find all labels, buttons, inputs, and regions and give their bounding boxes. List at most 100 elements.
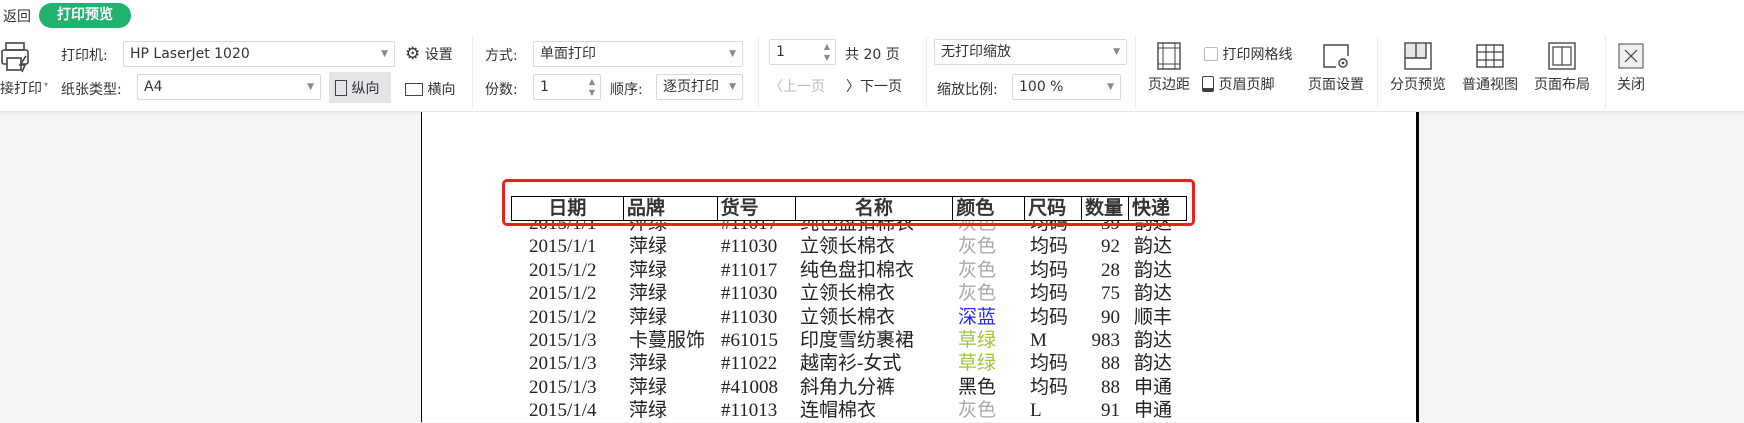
- back-button[interactable]: 返回: [3, 6, 31, 26]
- portrait-label: 纵向: [351, 81, 380, 97]
- table-cell: 深蓝: [958, 306, 997, 328]
- page-setup-button[interactable]: 页面设置: [1304, 42, 1368, 94]
- header-footer-icon: [1202, 76, 1214, 92]
- page-number-stepper[interactable]: 1 ▲ ▼: [769, 39, 836, 65]
- paper-value: A4: [144, 79, 163, 95]
- table-cell: 萍绿: [629, 259, 668, 281]
- copies-stepper[interactable]: 1 ▲ ▼: [533, 74, 601, 100]
- order-value: 逐页打印: [663, 79, 719, 95]
- table-row: 2015/1/2 萍绿 #11030 立领长棉衣 灰色 均码 75 韵达: [0, 282, 1744, 305]
- table-cell: 2015/1/3: [529, 353, 597, 375]
- margins-button[interactable]: 页边距: [1144, 42, 1194, 94]
- table-cell: 983: [1091, 330, 1121, 351]
- table-cell: 韵达: [1134, 236, 1173, 258]
- table-cell: 灰色: [958, 259, 997, 281]
- table-cell: 均码: [1030, 259, 1069, 281]
- chevron-down-icon: ▼: [307, 82, 314, 92]
- printer-settings-button[interactable]: ⚙ 设置: [405, 44, 453, 64]
- scaling-select[interactable]: 无打印缩放 ▼: [934, 39, 1127, 65]
- table-cell: 申通: [1134, 376, 1173, 398]
- table-cell: 2015/1/2: [529, 259, 597, 281]
- table-cell: #61015: [721, 330, 778, 351]
- table-cell: 91: [1101, 400, 1120, 422]
- table-cell: 萍绿: [629, 400, 668, 422]
- checkbox-icon: [1204, 47, 1218, 61]
- table-cell: 草绿: [958, 353, 997, 375]
- chevron-down-icon: ▼: [1113, 47, 1120, 57]
- portrait-button[interactable]: 纵向: [329, 72, 391, 103]
- table-cell: 越南衫-女式: [800, 353, 902, 375]
- chevron-down-icon: ▼: [729, 82, 736, 92]
- page-setup-label: 页面设置: [1308, 77, 1364, 93]
- table-cell: 灰色: [958, 236, 997, 258]
- print-gridlines-checkbox[interactable]: 打印网格线: [1204, 44, 1292, 64]
- portrait-page-icon: [335, 80, 347, 96]
- chevron-down-icon: ▼: [729, 49, 736, 59]
- order-select[interactable]: 逐页打印 ▼: [656, 74, 743, 100]
- table-row: 2015/1/3 萍绿 #11022 越南衫-女式 草绿 均码 88 韵达: [0, 352, 1744, 375]
- table-cell: 2015/1/3: [529, 376, 597, 398]
- table-row: 2015/1/3 卡蔓服饰 #61015 印度雪纺裹裙 草绿 M 983 韵达: [0, 329, 1744, 352]
- method-value: 单面打印: [540, 46, 596, 62]
- copies-label: 份数:: [485, 82, 518, 98]
- table-cell: 立领长棉衣: [800, 236, 896, 258]
- table-cell: 2015/1/4: [529, 400, 597, 422]
- table-cell: 纯色盘扣棉衣: [800, 259, 915, 281]
- normal-view-button[interactable]: 普通视图: [1458, 42, 1522, 94]
- prev-page-button[interactable]: 〈上一页: [769, 76, 825, 96]
- table-cell: 90: [1101, 306, 1120, 328]
- table-cell: 卡蔓服饰: [629, 330, 706, 351]
- table-cell: 2015/1/2: [529, 283, 597, 305]
- divider: [472, 36, 473, 108]
- table-row: 2015/1/3 萍绿 #41008 斜角九分裤 黑色 均码 88 申通: [0, 376, 1744, 399]
- table-cell: 2015/1/1: [529, 236, 597, 258]
- table-cell: 韵达: [1134, 283, 1173, 305]
- table-cell: L: [1030, 400, 1042, 422]
- zoom-select[interactable]: 100 % ▼: [1012, 74, 1121, 100]
- table-cell: 92: [1101, 236, 1120, 258]
- header-footer-label: 页眉页脚: [1218, 77, 1275, 93]
- next-page-button[interactable]: 〉下一页: [846, 76, 902, 96]
- page-layout-button[interactable]: 页面布局: [1530, 42, 1594, 94]
- grid-icon: [1476, 44, 1504, 68]
- paper-label: 纸张类型:: [61, 82, 122, 98]
- printer-icon: [1, 42, 29, 73]
- prev-page-label: 上一页: [783, 79, 825, 95]
- table-cell: 萍绿: [629, 353, 668, 375]
- table-row: 2015/1/2 萍绿 #11030 立领长棉衣 深蓝 均码 90 顺丰: [0, 306, 1744, 329]
- page-break-preview-button[interactable]: 分页预览: [1386, 42, 1450, 94]
- close-button[interactable]: 关闭: [1611, 42, 1651, 94]
- table-cell: 28: [1101, 259, 1120, 281]
- table-cell: 88: [1101, 376, 1120, 398]
- paper-select[interactable]: A4 ▼: [137, 74, 321, 100]
- table-cell: 斜角九分裤: [800, 376, 896, 398]
- scaling-value: 无打印缩放: [941, 44, 1011, 60]
- stepper-arrows-icon[interactable]: ▲ ▼: [589, 76, 595, 98]
- method-select[interactable]: 单面打印 ▼: [533, 41, 743, 67]
- dropdown-arrow-icon[interactable]: ▾: [44, 80, 48, 89]
- next-page-label: 下一页: [860, 79, 902, 95]
- printer-value: HP LaserJet 1020: [130, 46, 250, 62]
- page-layout-label: 页面布局: [1534, 77, 1590, 93]
- divider: [1135, 36, 1136, 108]
- divider: [1377, 36, 1378, 108]
- stepper-arrows-icon[interactable]: ▲ ▼: [824, 41, 830, 63]
- table-cell: 均码: [1030, 353, 1069, 375]
- table-cell: 萍绿: [629, 306, 668, 328]
- table-cell: 均码: [1030, 376, 1069, 398]
- table-cell: 均码: [1030, 236, 1069, 258]
- table-cell: 韵达: [1134, 330, 1173, 351]
- close-label: 关闭: [1617, 77, 1645, 93]
- divider: [926, 36, 927, 108]
- print-preview-tab[interactable]: 打印预览: [39, 3, 131, 28]
- table-cell: 灰色: [958, 283, 997, 305]
- chevron-down-icon: ▼: [381, 49, 388, 59]
- direct-print-label[interactable]: 接打印: [0, 78, 42, 98]
- direct-print-button[interactable]: [0, 40, 40, 78]
- order-label: 顺序:: [610, 82, 643, 98]
- table-cell: 草绿: [958, 330, 997, 351]
- landscape-button[interactable]: 横向: [405, 79, 455, 99]
- printer-select[interactable]: HP LaserJet 1020 ▼: [123, 41, 395, 67]
- header-footer-button[interactable]: 页眉页脚: [1202, 74, 1274, 94]
- page-setup-icon: [1323, 44, 1349, 68]
